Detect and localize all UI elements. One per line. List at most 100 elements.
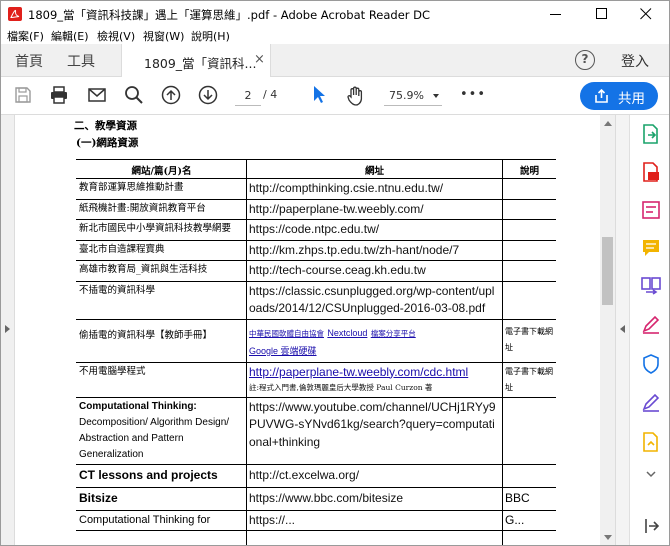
left-panel-toggle[interactable] [1,115,15,545]
resource-note [502,199,556,220]
chevron-left-icon [620,325,625,333]
organize-pages-icon[interactable] [640,275,662,297]
resource-url-note: 註:程式入門書,倫敦瑪麗皇后大學教授 Paul Curzon 著 [249,383,433,392]
resource-name: 高雄市教育局_資訊與生活科技 [76,260,246,282]
resource-url[interactable]: https://www.bbc.com/bitesize [246,487,502,511]
resource-note [502,464,556,488]
subsection-heading: (一)網路資源 [76,137,139,149]
resource-name: 不插電的資訊科學 [76,281,246,320]
print-icon[interactable] [49,85,69,105]
comment-icon[interactable] [640,237,662,259]
scroll-down-icon[interactable] [604,535,612,540]
maximize-button[interactable] [579,1,625,27]
send-for-review-icon[interactable] [640,431,662,453]
tab-document-label: 1809_當「資訊科... [144,56,257,71]
resource-link[interactable]: 中華民國軟體自由協會 [249,329,324,338]
resource-link[interactable]: http://paperplane-tw.weebly.com/cdc.html [249,365,468,379]
page-total: / 4 [263,88,278,101]
close-window-button[interactable] [623,1,669,27]
table-row: 不插電的資訊科學 https://classic.csunplugged.org… [76,281,556,320]
resource-url[interactable]: https://code.ntpc.edu.tw/ [246,219,502,241]
resource-link[interactable]: Google 雲端硬碟 [249,346,317,356]
hand-tool-icon[interactable] [345,85,367,107]
help-button[interactable]: ? [575,50,595,70]
protect-icon[interactable] [640,353,662,375]
tab-bar: 首頁 工具 1809_當「資訊科... × ? 登入 [1,44,669,77]
tab-home[interactable]: 首頁 [15,51,43,71]
resource-links: 中華民國軟體自由協會 Nextcloud 檔案分享平台 Google 雲端硬碟 [246,319,502,363]
resource-note: 電子書下載網址 [502,319,556,363]
next-page-icon[interactable] [198,85,218,105]
right-pane-toggle[interactable] [615,115,629,545]
zoom-select[interactable]: 75.9% [384,87,442,106]
previous-page-icon[interactable] [161,85,181,105]
resource-name: 偷插電的資訊科學【教師手冊】 [76,319,246,363]
tab-document[interactable]: 1809_當「資訊科... × [121,44,271,77]
login-button[interactable]: 登入 [621,51,649,71]
column-header: 說明 [502,159,556,179]
acrobat-app-icon [8,7,22,21]
expand-tools-icon[interactable] [644,467,658,481]
table-row: 高雄市教育局_資訊與生活科技 http://tech-course.ceag.k… [76,260,556,282]
resource-url[interactable]: http://km.zhps.tp.edu.tw/zh-hant/node/7 [246,240,502,261]
resource-name: 臺北市自造課程寶典 [76,240,246,261]
share-button[interactable]: 共用 [580,82,658,110]
resource-links: http://paperplane-tw.weebly.com/cdc.html… [246,362,502,398]
resource-note [502,260,556,282]
resource-name: Bitsize [76,487,246,511]
resource-note [502,281,556,320]
resource-note: G... [502,510,556,531]
tab-tools[interactable]: 工具 [67,51,95,71]
resource-note [502,219,556,241]
share-label: 共用 [618,91,645,107]
resource-url[interactable]: https://classic.csunplugged.org/wp-conte… [246,281,502,320]
resource-link[interactable]: Nextcloud [327,328,367,338]
resource-note [502,240,556,261]
table-row: 不用電腦學程式 http://paperplane-tw.weebly.com/… [76,362,556,398]
menu-window[interactable]: 視窗(W) [143,28,184,44]
more-tools-icon[interactable]: ••• [460,87,486,102]
collapse-pane-icon[interactable] [640,515,662,537]
resource-url[interactable]: http://paperplane-tw.weebly.com/ [246,199,502,220]
document-view[interactable]: 二、教學資源 (一)網路資源 網站/篇(月)名 網址 說明 教育部運算思維推動計… [16,115,600,545]
menu-view[interactable]: 檢視(V) [97,28,135,44]
select-cursor-icon[interactable] [311,85,329,105]
scroll-up-icon[interactable] [604,121,612,126]
chevron-right-icon [5,325,10,333]
table-divider [246,159,247,545]
table-row: CT lessons and projects http://ct.excelw… [76,464,556,488]
resource-url[interactable]: http://tech-course.ceag.kh.edu.tw [246,260,502,282]
table-row: Bitsize https://www.bbc.com/bitesize BBC [76,487,556,511]
resource-link[interactable]: 檔案分享平台 [371,329,416,338]
fill-sign-icon[interactable] [640,313,662,335]
save-icon[interactable] [13,85,33,105]
page-number-input[interactable]: 2 [235,87,261,106]
resource-url[interactable]: http://compthinking.csie.ntnu.edu.tw/ [246,178,502,200]
acrobat-window: 1809_當「資訊科技課」遇上「運算思維」.pdf - Adobe Acroba… [0,0,670,546]
section-heading: 二、教學資源 [74,120,137,132]
resource-url[interactable]: https://... [246,510,502,531]
resource-note [502,397,556,465]
table-row: 教育部運算思維推動計畫 http://compthinking.csie.ntn… [76,178,556,200]
menu-bar: 檔案(F) 編輯(E) 檢視(V) 視窗(W) 說明(H) [1,27,669,44]
export-pdf-icon[interactable] [640,123,662,145]
edit-pdf-icon[interactable] [640,199,662,221]
resource-url[interactable]: http://ct.excelwa.org/ [246,464,502,488]
menu-edit[interactable]: 編輯(E) [51,28,89,44]
tab-close-button[interactable]: × [254,52,265,67]
title-bar: 1809_當「資訊科技課」遇上「運算思維」.pdf - Adobe Acroba… [1,1,669,27]
resource-url[interactable]: https://www.youtube.com/channel/UCHj1RYy… [246,397,502,465]
vertical-scrollbar[interactable] [600,115,615,545]
column-header: 網址 [246,159,502,179]
resource-note [502,178,556,200]
minimize-button[interactable] [533,1,579,27]
table-row: Computational Thinking for https://... G… [76,510,556,531]
minimize-icon [550,14,561,15]
email-icon[interactable] [87,85,107,105]
create-pdf-icon[interactable] [640,161,662,183]
menu-file[interactable]: 檔案(F) [7,28,44,44]
scroll-thumb[interactable] [602,237,613,305]
search-icon[interactable] [124,85,144,105]
measure-icon[interactable] [640,391,662,413]
menu-help[interactable]: 說明(H) [191,28,230,44]
